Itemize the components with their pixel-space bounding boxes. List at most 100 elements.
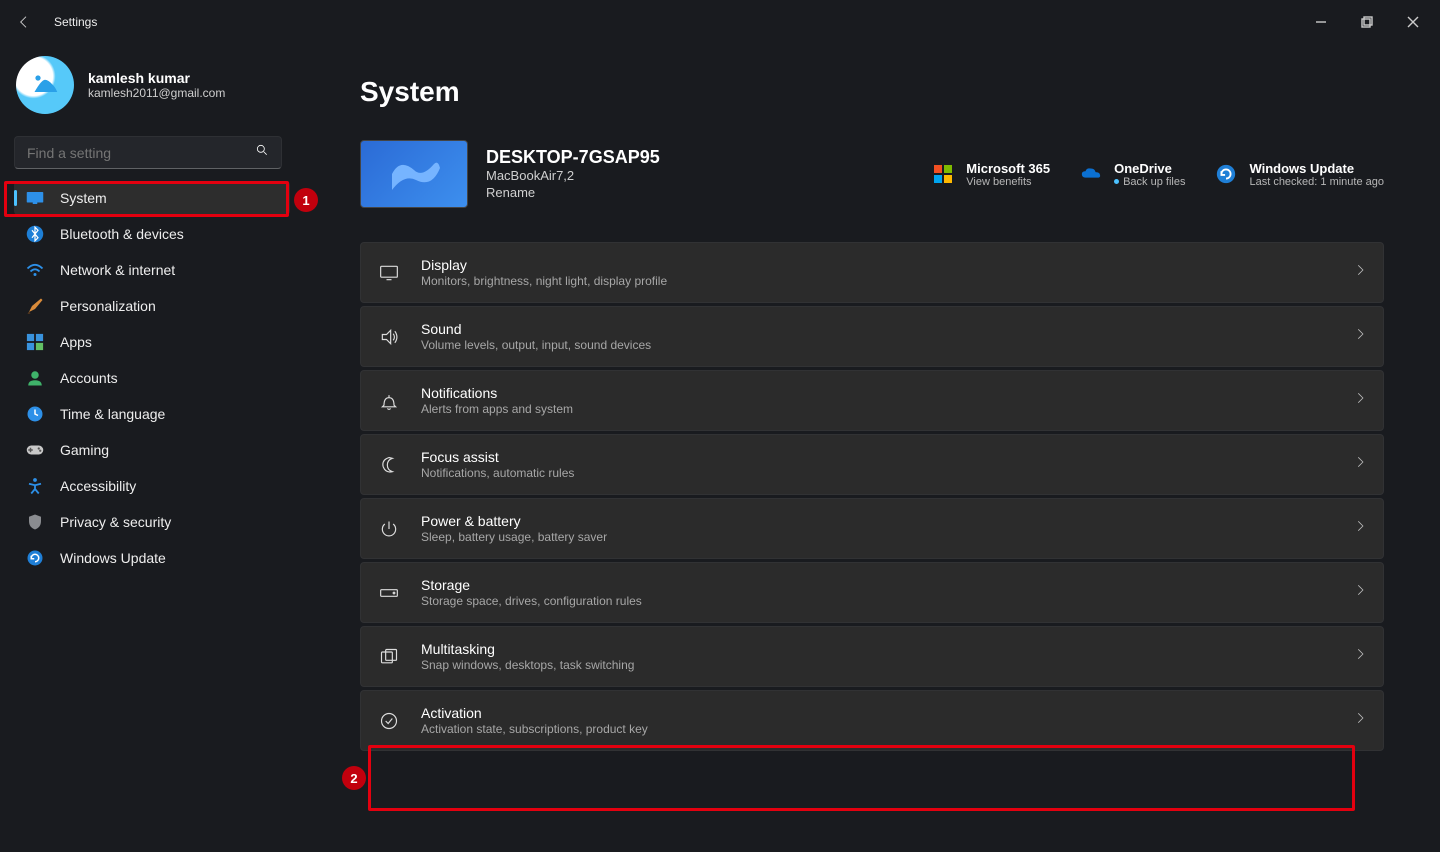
- card-subtitle: Volume levels, output, input, sound devi…: [421, 338, 651, 352]
- overview-row: DESKTOP-7GSAP95 MacBookAir7,2 Rename Mic…: [360, 140, 1384, 208]
- sidebar-item-windows-update[interactable]: Windows Update: [14, 541, 290, 575]
- back-button[interactable]: [14, 12, 34, 32]
- profile-name: kamlesh kumar: [88, 70, 225, 86]
- close-button[interactable]: [1390, 6, 1436, 38]
- profile-block[interactable]: kamlesh kumar kamlesh2011@gmail.com: [14, 56, 290, 114]
- card-activation[interactable]: Activation Activation state, subscriptio…: [360, 690, 1384, 751]
- monitor-icon: [26, 189, 44, 207]
- shortcut-update[interactable]: Windows Update Last checked: 1 minute ag…: [1215, 161, 1384, 188]
- card-title: Power & battery: [421, 513, 607, 529]
- sidebar-item-accounts[interactable]: Accounts: [14, 361, 290, 395]
- person-icon: [26, 369, 44, 387]
- card-notifications[interactable]: Notifications Alerts from apps and syste…: [360, 370, 1384, 431]
- card-title: Multitasking: [421, 641, 634, 657]
- card-title: Sound: [421, 321, 651, 337]
- chevron-right-icon: [1353, 327, 1367, 346]
- card-multitasking[interactable]: Multitasking Snap windows, desktops, tas…: [360, 626, 1384, 687]
- pc-block[interactable]: DESKTOP-7GSAP95 MacBookAir7,2 Rename: [360, 140, 660, 208]
- sidebar-item-label: Personalization: [60, 298, 156, 314]
- accessibility-icon: [26, 477, 44, 495]
- check-icon: [377, 709, 401, 733]
- card-subtitle: Snap windows, desktops, task switching: [421, 658, 634, 672]
- sidebar-item-label: System: [60, 190, 107, 206]
- rename-link[interactable]: Rename: [486, 185, 535, 200]
- page-title: System: [360, 76, 1384, 108]
- sidebar-item-bluetooth-devices[interactable]: Bluetooth & devices: [14, 217, 290, 251]
- pc-model: MacBookAir7,2: [486, 168, 660, 183]
- card-subtitle: Alerts from apps and system: [421, 402, 573, 416]
- sidebar-item-label: Gaming: [60, 442, 109, 458]
- shortcut-title: Windows Update: [1249, 161, 1384, 176]
- moon-icon: [377, 453, 401, 477]
- chevron-right-icon: [1353, 391, 1367, 410]
- card-display[interactable]: Display Monitors, brightness, night ligh…: [360, 242, 1384, 303]
- card-title: Display: [421, 257, 667, 273]
- apps-icon: [26, 333, 44, 351]
- card-storage[interactable]: Storage Storage space, drives, configura…: [360, 562, 1384, 623]
- minimize-button[interactable]: [1298, 6, 1344, 38]
- storage-icon: [377, 581, 401, 605]
- shortcut-m365[interactable]: Microsoft 365 View benefits: [932, 161, 1050, 188]
- chevron-right-icon: [1353, 583, 1367, 602]
- profile-email: kamlesh2011@gmail.com: [88, 86, 225, 100]
- sidebar-item-label: Time & language: [60, 406, 165, 422]
- search-box[interactable]: [14, 136, 282, 169]
- power-icon: [377, 517, 401, 541]
- sidebar-item-label: Privacy & security: [60, 514, 171, 530]
- sidebar-item-personalization[interactable]: Personalization: [14, 289, 290, 323]
- shortcut-sub: Back up files: [1114, 176, 1185, 188]
- wifi-icon: [26, 261, 44, 279]
- sidebar-item-label: Apps: [60, 334, 92, 350]
- settings-list: Display Monitors, brightness, night ligh…: [360, 242, 1384, 751]
- chevron-right-icon: [1353, 519, 1367, 538]
- sidebar-item-privacy-security[interactable]: Privacy & security: [14, 505, 290, 539]
- multitask-icon: [377, 645, 401, 669]
- maximize-button[interactable]: [1344, 6, 1390, 38]
- card-title: Activation: [421, 705, 648, 721]
- clock-icon: [26, 405, 44, 423]
- sidebar-item-label: Network & internet: [60, 262, 175, 278]
- main: System DESKTOP-7GSAP95 MacBookAir7,2 Ren…: [300, 44, 1440, 852]
- search-icon: [255, 143, 269, 162]
- shortcut-sub: View benefits: [966, 176, 1050, 188]
- card-sound[interactable]: Sound Volume levels, output, input, soun…: [360, 306, 1384, 367]
- sidebar-item-gaming[interactable]: Gaming: [14, 433, 290, 467]
- chevron-right-icon: [1353, 455, 1367, 474]
- card-subtitle: Sleep, battery usage, battery saver: [421, 530, 607, 544]
- shortcut-sub: Last checked: 1 minute ago: [1249, 176, 1384, 188]
- sidebar-item-system[interactable]: System: [14, 181, 290, 215]
- card-focus-assist[interactable]: Focus assist Notifications, automatic ru…: [360, 434, 1384, 495]
- sidebar-item-label: Windows Update: [60, 550, 166, 566]
- shortcut-title: OneDrive: [1114, 161, 1185, 176]
- sidebar: kamlesh kumar kamlesh2011@gmail.com Syst…: [0, 44, 300, 852]
- sound-icon: [377, 325, 401, 349]
- pc-thumbnail: [360, 140, 468, 208]
- card-subtitle: Storage space, drives, configuration rul…: [421, 594, 642, 608]
- onedrive-icon: [1080, 163, 1102, 185]
- update-icon: [26, 549, 44, 567]
- window-title: Settings: [54, 15, 97, 29]
- sidebar-item-label: Bluetooth & devices: [60, 226, 184, 242]
- nav: System Bluetooth & devices Network & inter…: [14, 181, 290, 575]
- search-input[interactable]: [27, 145, 255, 161]
- pc-name: DESKTOP-7GSAP95: [486, 147, 660, 168]
- bell-icon: [377, 389, 401, 413]
- shortcut-onedrive[interactable]: OneDrive Back up files: [1080, 161, 1185, 188]
- sidebar-item-accessibility[interactable]: Accessibility: [14, 469, 290, 503]
- card-power-battery[interactable]: Power & battery Sleep, battery usage, ba…: [360, 498, 1384, 559]
- card-title: Notifications: [421, 385, 573, 401]
- chevron-right-icon: [1353, 647, 1367, 666]
- sidebar-item-apps[interactable]: Apps: [14, 325, 290, 359]
- display-icon: [377, 261, 401, 285]
- sidebar-item-label: Accounts: [60, 370, 118, 386]
- sidebar-item-time-language[interactable]: Time & language: [14, 397, 290, 431]
- sidebar-item-network-internet[interactable]: Network & internet: [14, 253, 290, 287]
- titlebar: Settings: [0, 0, 1440, 44]
- card-subtitle: Activation state, subscriptions, product…: [421, 722, 648, 736]
- update-icon: [1215, 163, 1237, 185]
- m365-icon: [932, 163, 954, 185]
- brush-icon: [26, 297, 44, 315]
- bluetooth-icon: [26, 225, 44, 243]
- gamepad-icon: [26, 441, 44, 459]
- card-subtitle: Notifications, automatic rules: [421, 466, 574, 480]
